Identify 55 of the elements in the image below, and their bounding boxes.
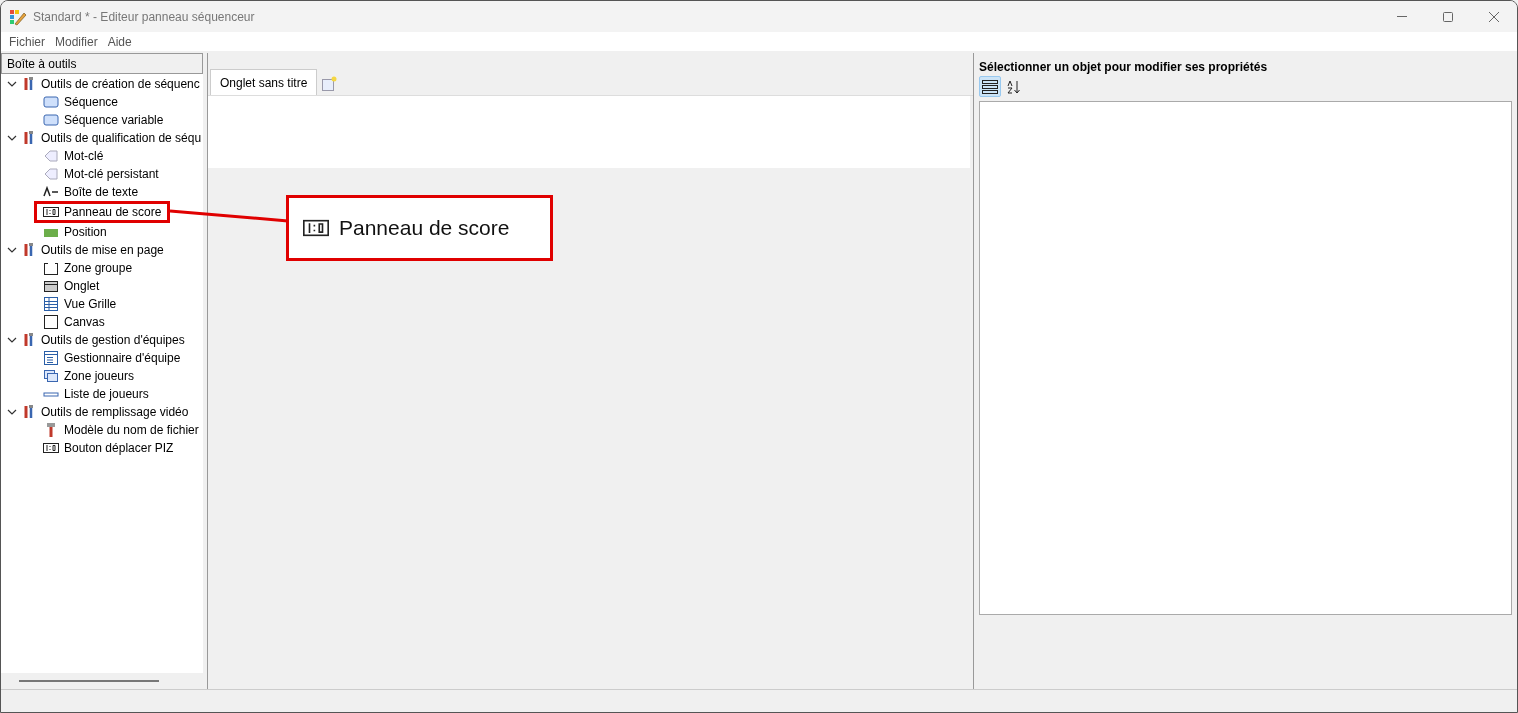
minimize-icon [1397, 16, 1407, 17]
list-icon [982, 79, 998, 94]
tree-item[interactable]: Onglet [64, 277, 100, 295]
tree-group-label[interactable]: Outils de mise en page [41, 241, 164, 259]
menu-item[interactable]: Modifier [50, 32, 103, 51]
tab-icon [43, 278, 59, 294]
chevron-down-icon[interactable] [7, 245, 17, 255]
tree-item[interactable]: Canvas [64, 313, 105, 331]
window-title: Standard * - Editeur panneau séquenceur [33, 8, 255, 26]
tree-item[interactable]: Bouton déplacer PIZ [64, 439, 174, 457]
scoreboard-icon [43, 440, 59, 456]
tag-icon [43, 166, 59, 182]
close-icon [1489, 11, 1499, 22]
tree-item[interactable]: Position [64, 223, 107, 241]
chevron-down-icon[interactable] [7, 407, 17, 417]
tree-item[interactable]: Séquence [64, 93, 119, 111]
tree-item[interactable]: Zone joueurs [64, 367, 135, 385]
form-icon [43, 350, 59, 366]
scoreboard-icon [43, 204, 59, 220]
tree-item[interactable]: Séquence variable [64, 111, 164, 129]
chevron-down-icon[interactable] [7, 79, 17, 89]
chevron-down-icon[interactable] [7, 335, 17, 345]
panels-icon [43, 368, 59, 384]
categorized-view-button[interactable] [979, 76, 1001, 97]
grid-icon [43, 296, 59, 312]
tree-item[interactable]: Modèle du nom de fichier [64, 421, 199, 439]
app-icon [9, 7, 27, 26]
horizontal-scrollbar[interactable] [1, 673, 203, 689]
tree-item[interactable]: Mot-clé persistant [64, 165, 159, 183]
panel-header: Boîte à outils [1, 53, 203, 74]
tree-item[interactable]: Zone groupe [64, 259, 133, 277]
tree-group-label[interactable]: Outils de qualification de séqu [41, 129, 202, 147]
sort-icon [1007, 79, 1021, 94]
menu-item[interactable]: Fichier [4, 32, 50, 51]
tree-item[interactable]: Mot-clé [64, 147, 104, 165]
window-icon [43, 94, 59, 110]
tree-group-label[interactable]: Outils de création de séquenc [41, 75, 200, 93]
menu-item[interactable]: Aide [102, 32, 137, 51]
square-icon [43, 314, 59, 330]
callout-label: Panneau de score [339, 215, 510, 242]
tree-item[interactable]: Gestionnaire d'équipe [64, 349, 181, 367]
window-icon [43, 112, 59, 128]
tree-group-label[interactable]: Outils de remplissage vidéo [41, 403, 189, 421]
tree-item[interactable]: Panneau de score [64, 203, 162, 221]
tree-item[interactable]: Boîte de texte [64, 183, 139, 201]
tag-icon [43, 148, 59, 164]
tree-group-label[interactable]: Outils de gestion d'équipes [41, 331, 185, 349]
properties-title: Sélectionner un objet pour modifier ses propriétés [979, 59, 1269, 74]
frame-icon [43, 260, 59, 276]
new-page-icon [321, 76, 338, 92]
chevron-down-icon[interactable] [7, 133, 17, 143]
tree-item[interactable]: Liste de joueurs [64, 385, 149, 403]
tree-item[interactable]: Vue Grille [64, 295, 117, 313]
maximize-icon [1443, 11, 1453, 22]
tab[interactable]: Onglet sans titre [210, 69, 318, 95]
